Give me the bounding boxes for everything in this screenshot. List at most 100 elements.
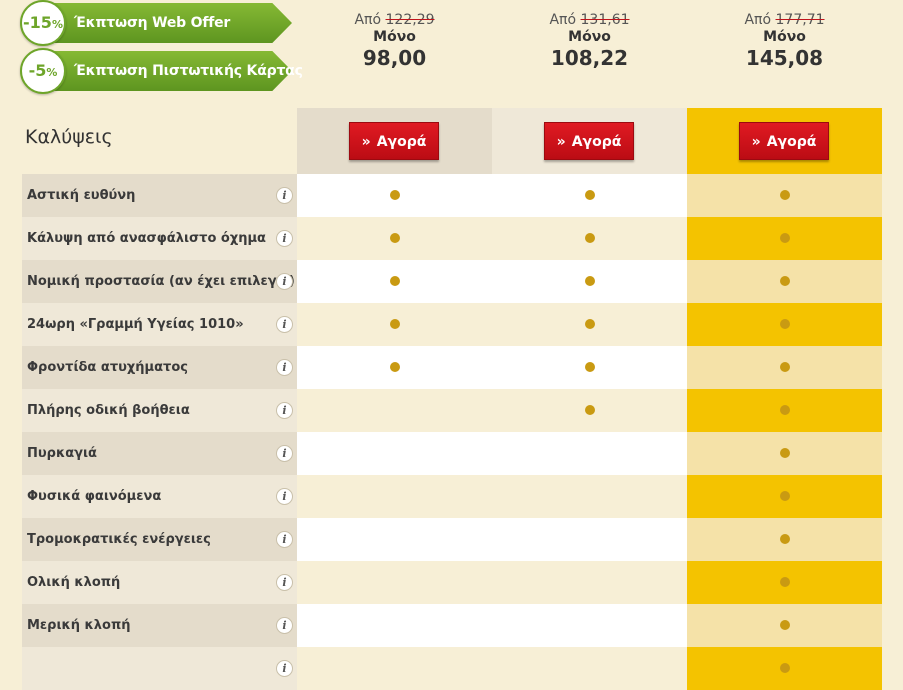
plan-1-cell: [297, 432, 492, 475]
buy-button-plan-1[interactable]: » Αγορά: [349, 122, 439, 160]
plan-1-cell: [297, 647, 492, 690]
plan-3-cell: [687, 217, 882, 260]
plan-3-cell: [687, 518, 882, 561]
included-dot-icon: [780, 534, 790, 544]
included-dot-icon: [390, 190, 400, 200]
included-dot-icon: [780, 190, 790, 200]
plan-2-cell: [492, 604, 687, 647]
table-row: Ολική κλοπή i: [22, 561, 882, 604]
coverage-label-cell: Ολική κλοπή i: [22, 561, 297, 604]
discount-label: Έκπτωση Web Offer: [74, 15, 231, 31]
buy-button-plan-3[interactable]: » Αγορά: [739, 122, 829, 160]
table-row: Φυσικά φαινόμενα i: [22, 475, 882, 518]
price-from-line: Από 122,29: [297, 12, 492, 28]
plan-1-cell: [297, 346, 492, 389]
plan-1-cell: [297, 561, 492, 604]
included-dot-icon: [780, 319, 790, 329]
coverage-heading-cell: Καλύψεις: [22, 108, 297, 174]
discount-percent: -5: [28, 61, 47, 80]
plan-3-cell: [687, 475, 882, 518]
discount-percent-circle: -15%: [20, 0, 66, 46]
plan-3-price: Από 177,71 Μόνο 145,08: [687, 12, 882, 70]
coverage-label: Κάλυψη από ανασφάλιστο όχημα: [27, 231, 266, 246]
plan-1-cell: [297, 518, 492, 561]
plan-3-cell: [687, 174, 882, 217]
info-icon[interactable]: i: [276, 359, 293, 376]
plan-2-cell: [492, 346, 687, 389]
price-only-label: Μόνο: [373, 29, 416, 45]
info-icon[interactable]: i: [276, 230, 293, 247]
current-price: 145,08: [745, 46, 824, 70]
info-icon[interactable]: i: [276, 488, 293, 505]
coverage-label-cell: i: [22, 647, 297, 690]
plan-2-cell: [492, 389, 687, 432]
plan-2-header: » Αγορά: [492, 108, 687, 174]
included-dot-icon: [780, 663, 790, 673]
info-icon[interactable]: i: [276, 531, 293, 548]
coverage-label-cell: Φυσικά φαινόμενα i: [22, 475, 297, 518]
coverage-label-cell: Φροντίδα ατυχήματος i: [22, 346, 297, 389]
table-row: Αστική ευθύνη i: [22, 174, 882, 217]
coverage-label: Φυσικά φαινόμενα: [27, 489, 162, 504]
discount-percent-unit: %: [46, 66, 58, 79]
old-price: 131,61: [580, 12, 630, 28]
price-from-line: Από 131,61: [492, 12, 687, 28]
plan-1-header: » Αγορά: [297, 108, 492, 174]
price-from-label: Από: [549, 12, 577, 28]
old-price: 122,29: [385, 12, 435, 28]
plan-3-cell: [687, 561, 882, 604]
plan-1-price: Από 122,29 Μόνο 98,00: [297, 12, 492, 70]
included-dot-icon: [780, 362, 790, 372]
plan-1-cell: [297, 174, 492, 217]
coverage-label: Αστική ευθύνη: [27, 188, 136, 203]
plan-2-cell: [492, 303, 687, 346]
price-only-label: Μόνο: [763, 29, 806, 45]
included-dot-icon: [390, 362, 400, 372]
included-dot-icon: [390, 276, 400, 286]
plan-2-cell: [492, 260, 687, 303]
plan-1-cell: [297, 217, 492, 260]
chevron-right-icon: »: [556, 134, 566, 150]
discount-percent-circle: -5%: [20, 48, 66, 94]
discount-label: Έκπτωση Πιστωτικής Κάρτας: [74, 63, 303, 79]
plan-3-cell: [687, 432, 882, 475]
coverage-label: Ολική κλοπή: [27, 575, 121, 590]
plan-2-cell: [492, 647, 687, 690]
table-row: Νομική προστασία (αν έχει επιλεγεί) i: [22, 260, 882, 303]
coverage-label: 24ωρη «Γραμμή Υγείας 1010»: [27, 317, 244, 332]
chevron-right-icon: »: [361, 134, 371, 150]
plan-2-cell: [492, 518, 687, 561]
info-icon[interactable]: i: [276, 402, 293, 419]
included-dot-icon: [585, 276, 595, 286]
plan-3-cell: [687, 260, 882, 303]
buy-label: Αγορά: [766, 134, 817, 150]
coverage-label: Νομική προστασία (αν έχει επιλεγεί): [27, 274, 295, 289]
coverage-label-cell: 24ωρη «Γραμμή Υγείας 1010» i: [22, 303, 297, 346]
plan-3-cell: [687, 647, 882, 690]
plan-3-cell: [687, 604, 882, 647]
plan-1-cell: [297, 604, 492, 647]
table-row: Μερική κλοπή i: [22, 604, 882, 647]
coverage-label-cell: Πυρκαγιά i: [22, 432, 297, 475]
plan-2-cell: [492, 174, 687, 217]
table-row: i: [22, 647, 882, 690]
discount-percent-unit: %: [51, 18, 63, 31]
buy-label: Αγορά: [571, 134, 622, 150]
info-icon[interactable]: i: [276, 617, 293, 634]
info-icon[interactable]: i: [276, 574, 293, 591]
buy-button-plan-2[interactable]: » Αγορά: [544, 122, 634, 160]
current-price: 108,22: [550, 46, 629, 70]
table-row: Φροντίδα ατυχήματος i: [22, 346, 882, 389]
table-row: Τρομοκρατικές ενέργειες i: [22, 518, 882, 561]
info-icon[interactable]: i: [276, 273, 293, 290]
plan-1-cell: [297, 260, 492, 303]
info-icon[interactable]: i: [276, 316, 293, 333]
discount-badge-credit-card: Έκπτωση Πιστωτικής Κάρτας -5%: [18, 48, 308, 94]
plan-3-cell: [687, 346, 882, 389]
plan-1-cell: [297, 303, 492, 346]
plan-2-cell: [492, 432, 687, 475]
plan-1-cell: [297, 475, 492, 518]
coverage-label-cell: Πλήρης οδική βοήθεια i: [22, 389, 297, 432]
info-icon[interactable]: i: [276, 445, 293, 462]
info-icon[interactable]: i: [276, 187, 293, 204]
